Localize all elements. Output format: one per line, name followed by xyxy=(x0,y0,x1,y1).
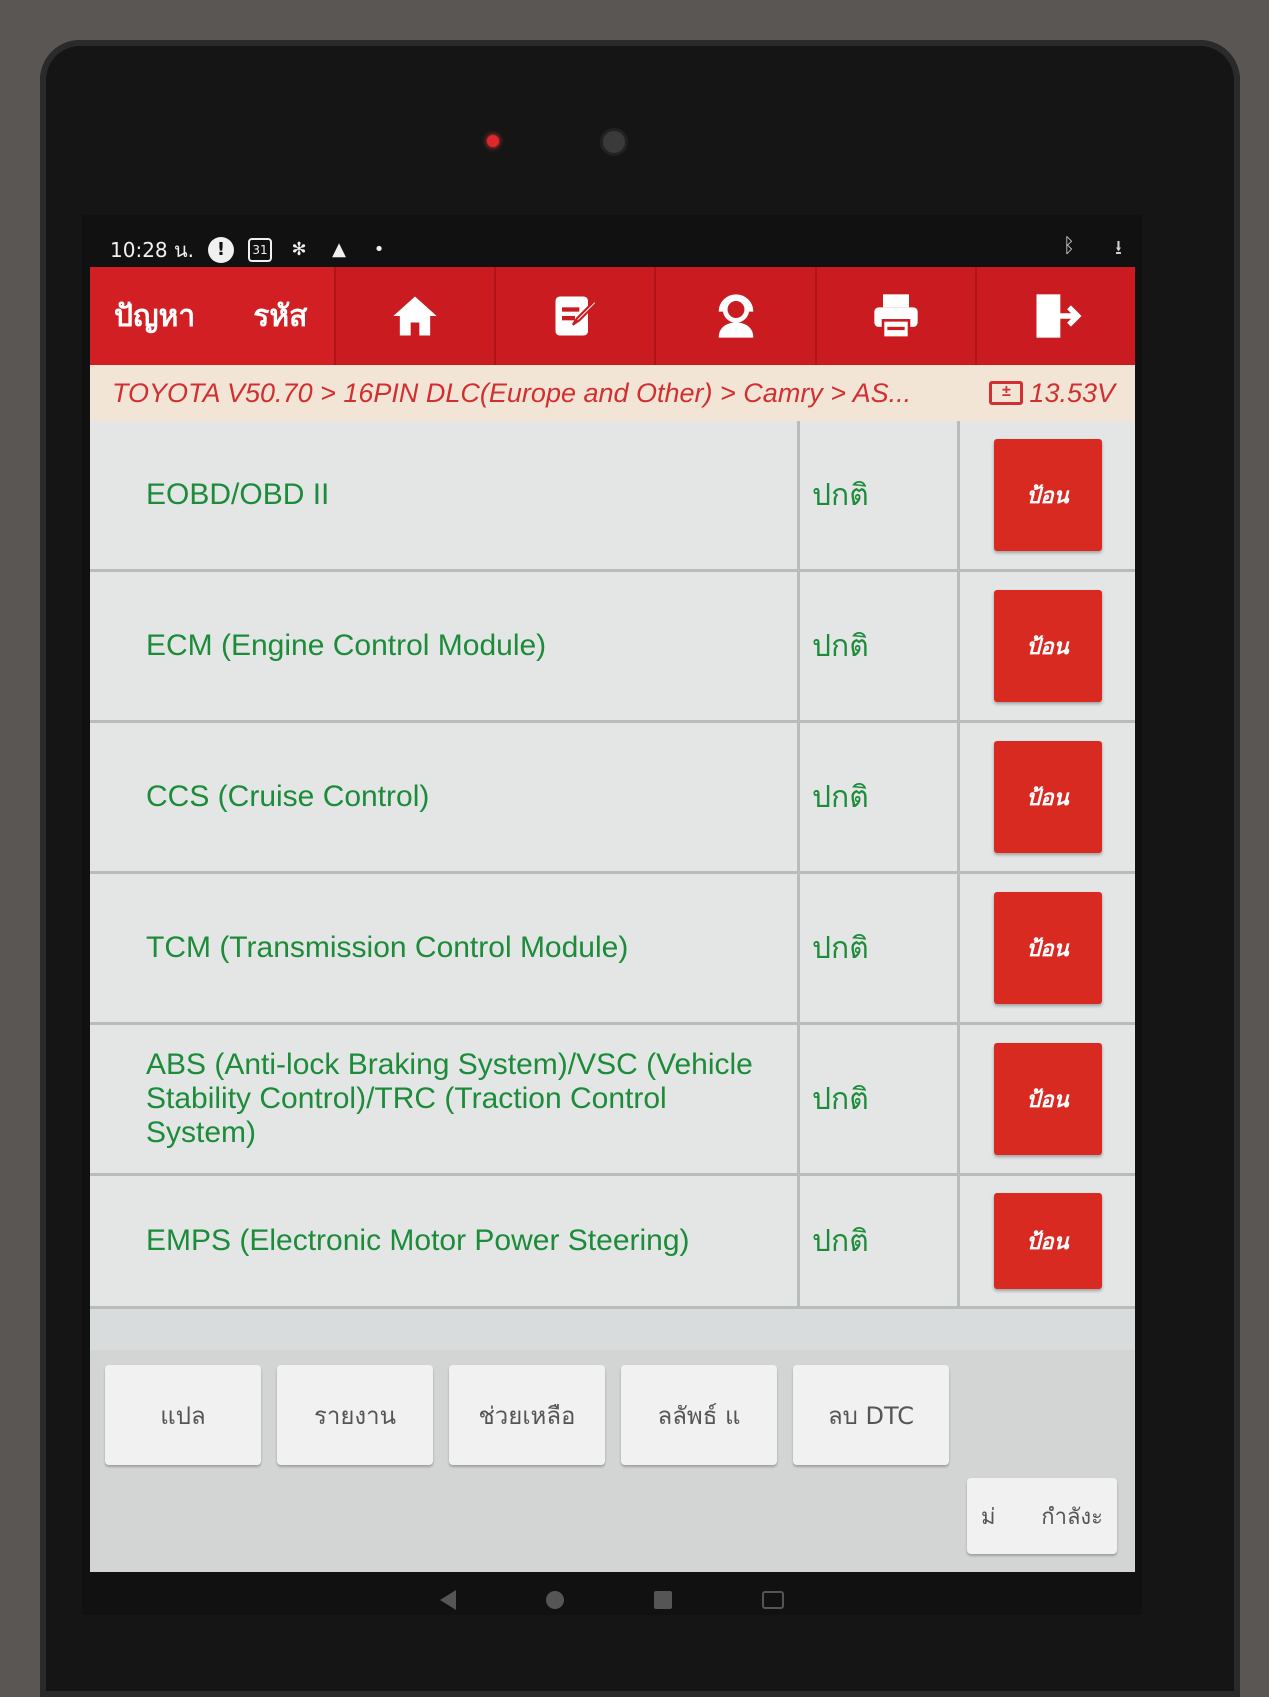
edit-button[interactable] xyxy=(494,267,655,365)
warning-icon: ▲ xyxy=(332,239,346,260)
alert-circle-icon: ! xyxy=(208,237,235,263)
system-name: CCS (Cruise Control) xyxy=(90,723,800,871)
top-toolbar: ปัญหา รหัส xyxy=(90,267,1136,365)
app-window: ปัญหา รหัส TOYOTA V50.70 > 16PIN DLC(Eur… xyxy=(90,267,1136,1572)
dot-icon: • xyxy=(373,239,385,260)
system-name: ABS (Anti-lock Braking System)/VSC (Vehi… xyxy=(90,1025,800,1173)
home-button[interactable] xyxy=(334,267,495,365)
enter-button[interactable]: ป้อน xyxy=(993,1193,1102,1289)
status-bar: 10:28 น. ! 31 ✻ ▲ • ᛒ ⭳ xyxy=(110,230,1122,270)
system-name: ECM (Engine Control Module) xyxy=(90,572,800,720)
list-item: EMPS (Electronic Motor Power Steering) ป… xyxy=(90,1176,1135,1309)
voltage-value: 13.53V xyxy=(1029,377,1115,408)
list-item: TCM (Transmission Control Module) ปกติ ป… xyxy=(90,874,1135,1025)
running-button[interactable]: ม่ กำลังะ xyxy=(967,1478,1117,1554)
translate-button[interactable]: แปล xyxy=(105,1365,261,1465)
exit-button[interactable] xyxy=(974,267,1136,365)
enter-button[interactable]: ป้อน xyxy=(993,892,1102,1004)
toolbar-tabs: ปัญหา รหัส xyxy=(90,267,334,365)
breadcrumb-path: TOYOTA V50.70 > 16PIN DLC(Europe and Oth… xyxy=(112,377,912,408)
system-status: ปกติ xyxy=(800,723,960,871)
edit-note-icon xyxy=(555,296,599,336)
list-item: EOBD/OBD II ปกติ ป้อน xyxy=(90,421,1135,572)
enter-button[interactable]: ป้อน xyxy=(993,741,1102,853)
list-item: CCS (Cruise Control) ปกติ ป้อน xyxy=(90,723,1135,874)
tab-code[interactable]: รหัส xyxy=(253,293,307,340)
system-name: EMPS (Electronic Motor Power Steering) xyxy=(90,1176,800,1306)
enter-button[interactable]: ป้อน xyxy=(993,439,1102,551)
clear-dtc-button[interactable]: ลบ DTC xyxy=(793,1365,949,1465)
system-status: ปกติ xyxy=(800,421,960,569)
home-circle-icon[interactable] xyxy=(546,1591,564,1609)
system-list: EOBD/OBD II ปกติ ป้อน ECM (Engine Contro… xyxy=(90,421,1135,1309)
status-time: 10:28 น. xyxy=(110,238,195,262)
tablet-screen: 10:28 น. ! 31 ✻ ▲ • ᛒ ⭳ ปัญหา รหัส TOYOT… xyxy=(82,215,1142,1615)
tab-trouble[interactable]: ปัญหา xyxy=(114,293,195,340)
home-icon xyxy=(393,296,437,336)
download-icon: ⭳ xyxy=(1115,235,1122,259)
recents-icon[interactable] xyxy=(654,1591,672,1609)
support-agent-icon xyxy=(718,294,753,338)
front-camera xyxy=(600,128,628,156)
system-name: TCM (Transmission Control Module) xyxy=(90,874,800,1022)
back-icon[interactable] xyxy=(440,1590,456,1610)
support-button[interactable] xyxy=(654,267,815,365)
result-button[interactable]: ลลัพธ์ แ xyxy=(621,1365,777,1465)
bluetooth-settings-icon: ✻ xyxy=(291,239,307,260)
breadcrumb: TOYOTA V50.70 > 16PIN DLC(Europe and Oth… xyxy=(90,365,1135,421)
system-status: ปกติ xyxy=(800,1025,960,1173)
print-icon xyxy=(874,294,918,339)
list-item: ECM (Engine Control Module) ปกติ ป้อน xyxy=(90,572,1135,723)
voltage-indicator: ± 13.53V xyxy=(989,378,1135,409)
system-name: EOBD/OBD II xyxy=(90,421,800,569)
enter-button[interactable]: ป้อน xyxy=(993,590,1102,702)
exit-icon xyxy=(1036,294,1082,338)
help-button[interactable]: ช่วยเหลือ xyxy=(449,1365,605,1465)
bottom-action-bar: แปล รายงาน ช่วยเหลือ ลลัพธ์ แ ลบ DTC ม่ … xyxy=(90,1350,1135,1572)
android-nav-bar xyxy=(82,1580,1142,1620)
running-button-left: ม่ xyxy=(981,1504,996,1530)
print-button[interactable] xyxy=(814,267,975,365)
indicator-light xyxy=(487,135,499,147)
keyboard-icon[interactable] xyxy=(762,1591,784,1609)
system-status: ปกติ xyxy=(800,572,960,720)
enter-button[interactable]: ป้อน xyxy=(993,1043,1102,1155)
bluetooth-icon: ᛒ xyxy=(1063,233,1075,257)
battery-icon: ± xyxy=(989,381,1024,405)
report-button[interactable]: รายงาน xyxy=(277,1365,433,1465)
system-status: ปกติ xyxy=(800,1176,960,1306)
running-button-right: กำลังะ xyxy=(1041,1504,1103,1530)
calendar-31-icon: 31 xyxy=(248,238,273,262)
list-item: ABS (Anti-lock Braking System)/VSC (Vehi… xyxy=(90,1025,1135,1176)
system-status: ปกติ xyxy=(800,874,960,1022)
